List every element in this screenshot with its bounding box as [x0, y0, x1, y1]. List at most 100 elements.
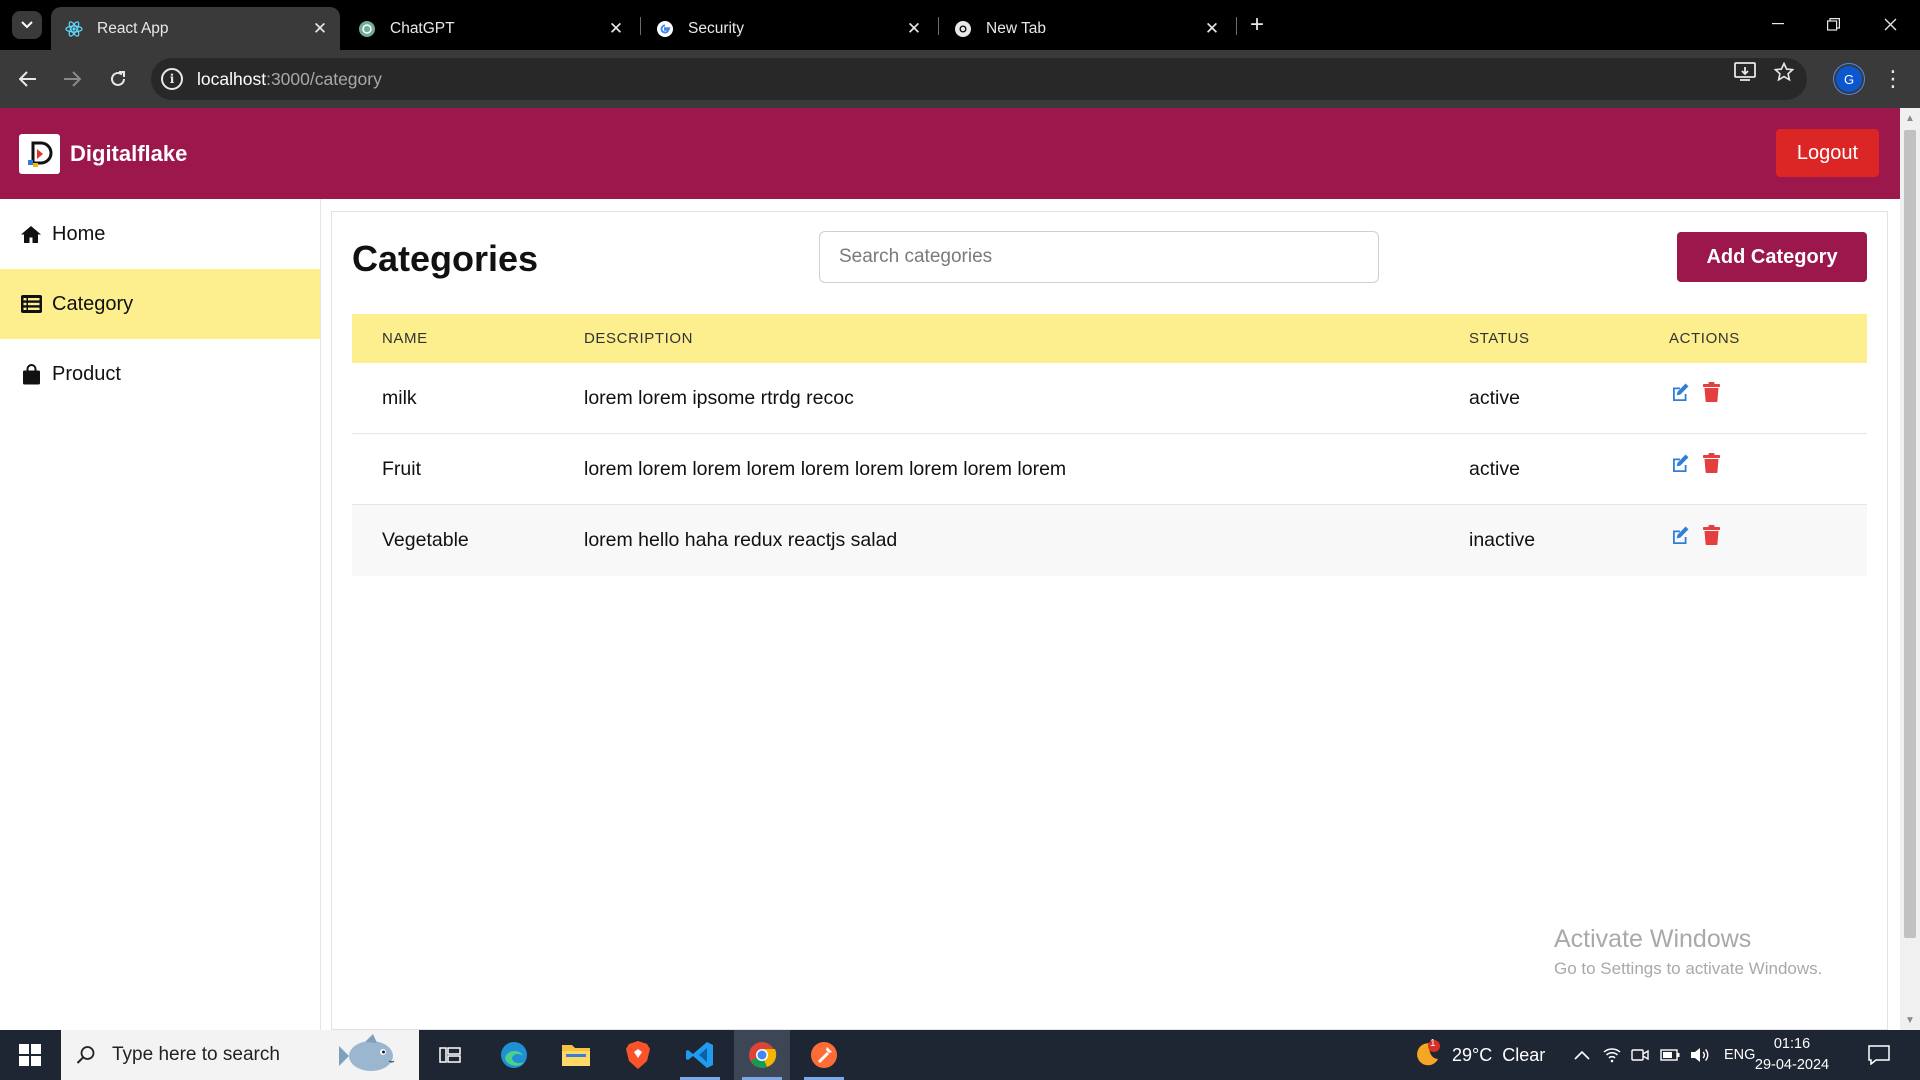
install-app-icon[interactable] [1733, 60, 1757, 84]
taskbar-postman[interactable] [796, 1030, 852, 1080]
tab-security[interactable]: Security ✕ [642, 7, 934, 50]
react-icon [65, 20, 83, 38]
logout-button[interactable]: Logout [1776, 129, 1879, 177]
trash-icon[interactable] [1700, 381, 1722, 403]
activate-windows-title: Activate Windows [1554, 925, 1752, 953]
column-header-description: DESCRIPTION [584, 330, 694, 347]
weather-moon-icon [1417, 1040, 1440, 1066]
google-icon [656, 20, 674, 38]
sidebar-item-home[interactable]: Home [0, 199, 320, 269]
table-row: milk lorem lorem ipsome rtrdg recoc acti… [352, 363, 1867, 434]
add-category-button[interactable]: Add Category [1677, 232, 1867, 282]
trash-icon[interactable] [1700, 452, 1722, 474]
close-icon[interactable]: ✕ [604, 17, 628, 41]
restore-icon [1826, 17, 1840, 31]
minimize-button[interactable] [1758, 10, 1798, 38]
weather-badge: 1 [1430, 1038, 1436, 1049]
task-view-button[interactable] [422, 1030, 478, 1080]
start-button[interactable] [0, 1030, 60, 1080]
search-input[interactable] [819, 231, 1379, 283]
cell-status: inactive [1469, 529, 1536, 551]
scroll-down-arrow-icon[interactable]: ▼ [1900, 1012, 1920, 1028]
taskbar-vscode[interactable] [672, 1030, 728, 1080]
reload-button[interactable] [103, 64, 133, 94]
tab-title: Security [688, 19, 744, 37]
sidebar: Home Category Product [0, 199, 321, 1030]
tab-title: ChatGPT [390, 19, 455, 37]
meet-now-icon[interactable] [1628, 1043, 1652, 1067]
taskbar-chrome[interactable] [734, 1030, 790, 1080]
battery-icon[interactable] [1658, 1043, 1682, 1067]
brave-icon [626, 1041, 650, 1069]
notifications-button[interactable] [1864, 1042, 1894, 1068]
taskbar-brave[interactable] [610, 1030, 666, 1080]
volume-icon[interactable] [1688, 1043, 1712, 1067]
tab-separator [1236, 17, 1237, 35]
edge-icon [501, 1042, 527, 1068]
forward-button[interactable] [57, 64, 87, 94]
taskbar-search-box[interactable]: Type here to search [61, 1030, 419, 1080]
tab-search-button[interactable] [12, 11, 42, 39]
scroll-thumb[interactable] [1904, 130, 1916, 938]
more-menu-icon[interactable]: ⋮ [1882, 64, 1904, 94]
close-icon[interactable]: ✕ [308, 17, 332, 41]
close-icon[interactable]: ✕ [902, 17, 926, 41]
page-title: Categories [352, 238, 539, 279]
network-icon[interactable] [1600, 1043, 1624, 1067]
brand-logo[interactable] [19, 134, 60, 174]
arrow-right-icon [64, 71, 81, 87]
table-row: Fruit lorem lorem lorem lorem lorem lore… [352, 434, 1867, 505]
restore-button[interactable] [1813, 10, 1853, 38]
chatgpt-icon [358, 20, 376, 38]
sidebar-item-category[interactable]: Category [0, 269, 320, 339]
trash-icon[interactable] [1700, 524, 1722, 546]
main-content: Categories Add Category NAME DESCRIPTION… [331, 211, 1888, 1030]
profile-avatar[interactable]: G [1836, 66, 1862, 92]
clock-time: 01:16 [1773, 1036, 1811, 1052]
tab-separator [938, 17, 939, 35]
address-bar[interactable]: i localhost:3000/category [151, 58, 1807, 100]
table-row: Vegetable lorem hello haha redux reactjs… [352, 505, 1867, 576]
cell-description: lorem hello haha redux reactjs salad [584, 529, 898, 551]
show-hidden-icons-chevron-icon[interactable] [1570, 1043, 1594, 1067]
shopping-bag-icon [20, 363, 42, 385]
scroll-up-arrow-icon[interactable]: ▲ [1900, 110, 1920, 126]
site-info-icon[interactable]: i [161, 68, 183, 90]
categories-table: NAME DESCRIPTION STATUS ACTIONS milk lor… [352, 314, 1867, 576]
tab-new-tab[interactable]: New Tab ✕ [940, 7, 1232, 50]
chrome-icon [749, 1042, 777, 1068]
tab-separator [640, 17, 641, 35]
page-scrollbar[interactable]: ▲ ▼ [1900, 108, 1920, 1030]
bookmark-star-icon[interactable] [1772, 60, 1796, 84]
cell-name: milk [382, 386, 417, 409]
list-icon [20, 293, 42, 315]
tab-chatgpt[interactable]: ChatGPT ✕ [344, 7, 636, 50]
home-icon [20, 223, 42, 245]
taskbar-edge[interactable] [486, 1030, 542, 1080]
taskbar-clock[interactable]: 01:16 29-04-2024 [1742, 1034, 1842, 1076]
cell-status: active [1469, 457, 1520, 480]
url-path: :3000/category [266, 68, 382, 89]
search-highlight-fish-icon [339, 1034, 401, 1076]
column-header-name: NAME [382, 330, 428, 347]
edit-icon[interactable] [1669, 381, 1691, 403]
url-host: localhost [197, 68, 267, 89]
edit-icon[interactable] [1669, 524, 1691, 546]
close-window-button[interactable] [1870, 10, 1910, 38]
cell-actions [1669, 434, 1867, 504]
weather-widget[interactable]: 1 29°C Clear [1412, 1030, 1545, 1080]
digitalflake-logo-icon [27, 141, 52, 167]
edit-icon[interactable] [1669, 452, 1691, 474]
sidebar-item-product[interactable]: Product [0, 339, 320, 409]
taskbar-file-explorer[interactable] [548, 1030, 604, 1080]
task-view-icon [439, 1047, 461, 1063]
cell-actions [1669, 363, 1867, 433]
back-button[interactable] [13, 64, 43, 94]
cell-description: lorem lorem lorem lorem lorem lorem lore… [584, 457, 1067, 480]
notification-icon [1868, 1045, 1890, 1065]
sidebar-item-label: Product [52, 362, 121, 385]
close-icon[interactable]: ✕ [1200, 17, 1224, 41]
new-tab-button[interactable]: + [1243, 11, 1271, 38]
tab-react-app[interactable]: React App ✕ [51, 7, 340, 50]
url-text[interactable]: localhost:3000/category [197, 69, 382, 90]
